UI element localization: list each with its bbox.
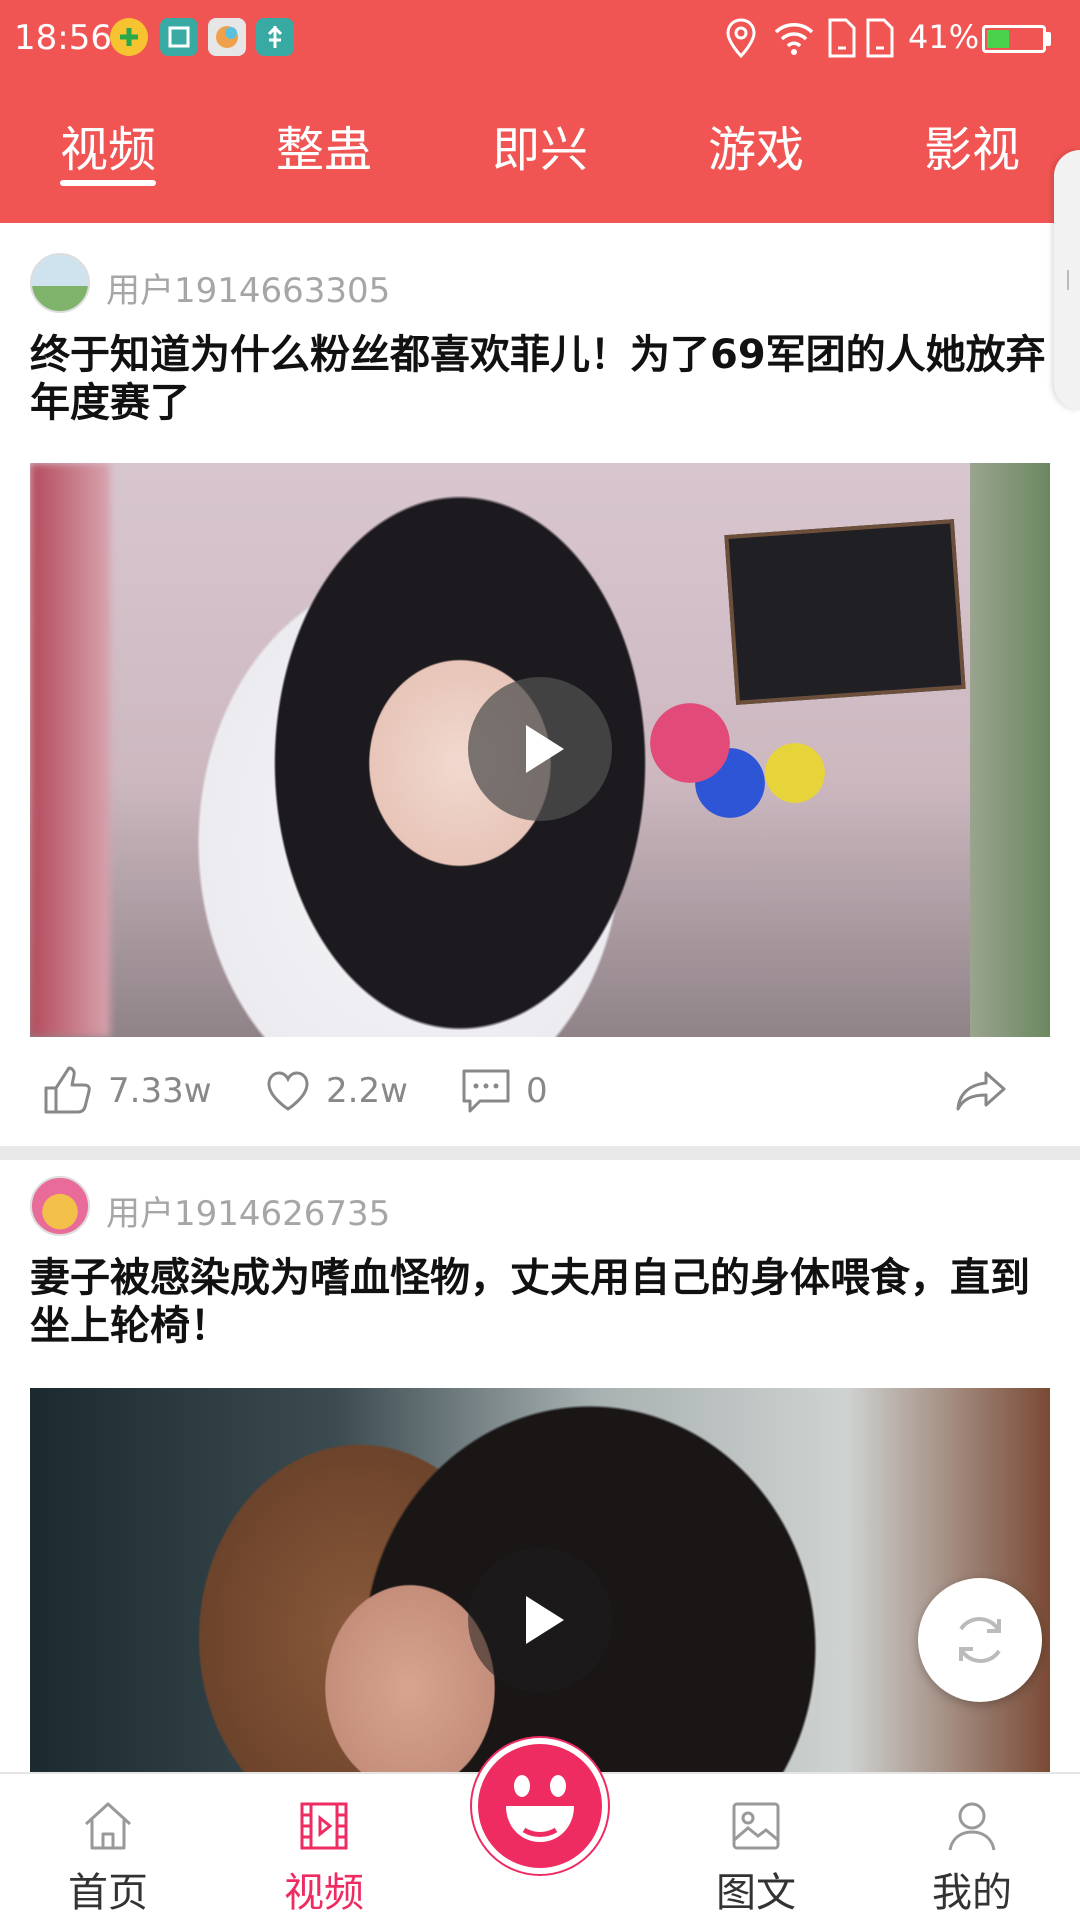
nav-picture-text-label: 图文 <box>716 1870 796 1916</box>
post-username[interactable]: 用户1914663305 <box>106 263 390 312</box>
post-card: 用户1914663305 终于知道为什么粉丝都喜欢菲儿！为了69军团的人她放弃年… <box>0 223 1080 1143</box>
video-thumbnail[interactable] <box>30 1388 1050 1772</box>
play-button[interactable] <box>468 677 612 821</box>
thumbs-up-icon <box>44 1066 91 1114</box>
refresh-button[interactable] <box>918 1578 1042 1702</box>
favorite-button[interactable]: 2.2w <box>264 1051 408 1131</box>
nav-video[interactable]: 视频 <box>224 1774 424 1920</box>
sim1-icon <box>826 18 856 62</box>
tab-video[interactable]: 视频 <box>18 110 198 180</box>
comment-count: 0 <box>526 1071 548 1111</box>
chalkboard-sign <box>724 519 966 705</box>
location-icon <box>724 18 758 62</box>
nav-picture-text[interactable]: 图文 <box>656 1774 856 1920</box>
home-icon <box>84 1802 132 1850</box>
user-icon <box>948 1802 996 1851</box>
comment-icon <box>462 1069 510 1113</box>
nav-profile-label: 我的 <box>932 1870 1012 1916</box>
status-bar: 18:56 41% <box>0 0 1080 80</box>
post-actions: 7.33w 2.2w 0 <box>0 1051 1080 1131</box>
tab-improv[interactable]: 即兴 <box>450 110 630 180</box>
smiley-icon <box>506 1775 574 1842</box>
post-title[interactable]: 终于知道为什么粉丝都喜欢菲儿！为了69军团的人她放弃年度赛了 <box>30 331 1055 427</box>
active-tab-indicator <box>60 180 156 186</box>
video-icon <box>300 1802 348 1850</box>
favorite-count: 2.2w <box>326 1071 408 1111</box>
post-title[interactable]: 妻子被感染成为嗜血怪物，丈夫用自己的身体喂食，直到坐上轮椅！ <box>30 1254 1055 1350</box>
app-icon <box>208 18 246 56</box>
scan-icon <box>160 18 198 56</box>
post-divider <box>0 1146 1080 1160</box>
tab-prank[interactable]: 整蛊 <box>234 110 414 180</box>
refresh-icon <box>959 1617 1001 1663</box>
tab-film[interactable]: 影视 <box>882 110 1062 180</box>
like-count: 7.33w <box>108 1071 212 1111</box>
video-blur-right <box>970 463 1050 1037</box>
nav-home-label: 首页 <box>68 1870 148 1916</box>
usb-icon <box>256 18 294 56</box>
nav-video-label: 视频 <box>284 1870 364 1916</box>
avatar[interactable] <box>30 253 90 313</box>
post-card: 用户1914626735 妻子被感染成为嗜血怪物，丈夫用自己的身体喂食，直到坐上… <box>0 1160 1080 1772</box>
post-username[interactable]: 用户1914626735 <box>106 1186 390 1235</box>
sim2-icon <box>864 18 894 62</box>
share-button[interactable] <box>954 1051 1022 1131</box>
wifi-icon <box>772 18 816 60</box>
status-time: 18:56 <box>14 18 112 58</box>
battery-cap <box>1046 32 1051 46</box>
notification-plus-icon <box>110 18 148 56</box>
video-thumbnail[interactable] <box>30 463 1050 1037</box>
battery-level-fill <box>987 30 1009 48</box>
play-button[interactable] <box>468 1548 612 1692</box>
center-smiley-button[interactable] <box>472 1738 608 1874</box>
top-header: 18:56 41% 视频 整蛊 即兴 游戏 影视 <box>0 0 1080 223</box>
nav-home[interactable]: 首页 <box>8 1774 208 1920</box>
nav-profile[interactable]: 我的 <box>872 1774 1072 1920</box>
image-icon <box>732 1802 780 1850</box>
battery-percent: 41% <box>908 18 980 56</box>
like-button[interactable]: 7.33w <box>40 1051 212 1131</box>
heart-icon <box>267 1071 309 1111</box>
battery-icon <box>982 25 1046 53</box>
category-tabs: 视频 整蛊 即兴 游戏 影视 <box>0 110 1060 190</box>
video-blur-left <box>30 463 110 1037</box>
share-icon <box>956 1071 1006 1111</box>
avatar[interactable] <box>30 1176 90 1236</box>
tab-games[interactable]: 游戏 <box>666 110 846 180</box>
comment-button[interactable]: 0 <box>460 1051 548 1131</box>
